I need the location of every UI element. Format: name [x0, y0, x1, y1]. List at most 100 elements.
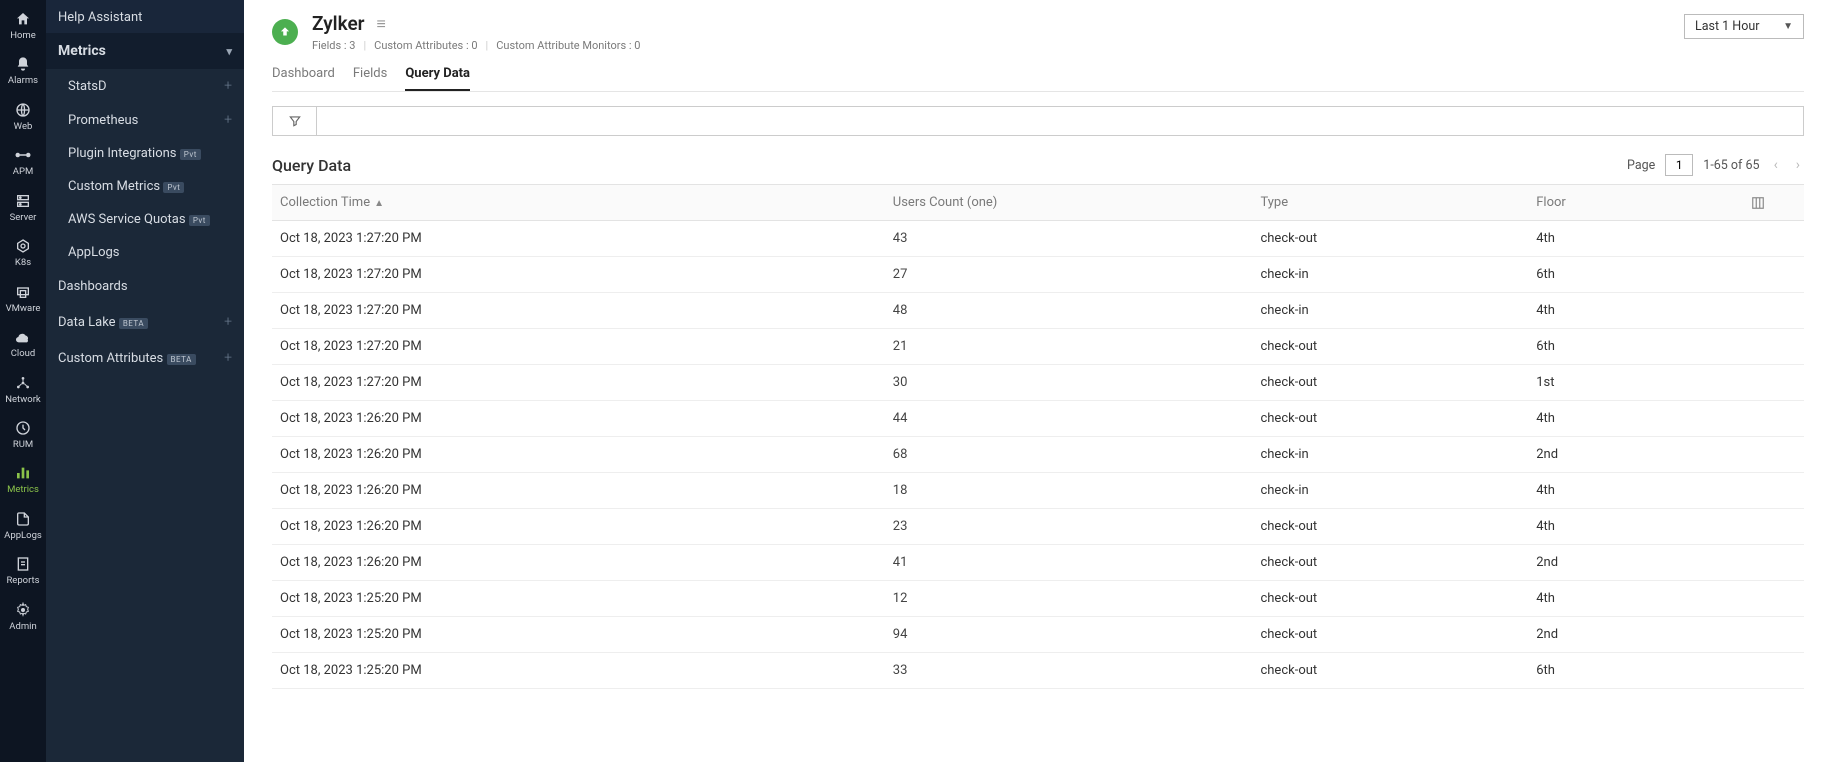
- cell-users-count: 33: [885, 653, 1253, 689]
- column-settings-button[interactable]: [1743, 185, 1804, 221]
- home-icon: [14, 10, 32, 28]
- cell-floor: 4th: [1528, 473, 1742, 509]
- metrics-section-label: Metrics: [58, 43, 106, 59]
- page-range: 1-65 of 65: [1703, 158, 1759, 173]
- search-input[interactable]: [316, 106, 1804, 136]
- cell-type: check-out: [1252, 221, 1528, 257]
- rail-item-reports[interactable]: Reports: [0, 549, 46, 594]
- col-floor[interactable]: Floor: [1528, 185, 1742, 221]
- table-row[interactable]: Oct 18, 2023 1:25:20 PM12check-out4th: [272, 581, 1804, 617]
- sidebar-sub-aws-service-quotas[interactable]: AWS Service Quotas Pvt: [46, 203, 244, 236]
- rail-label: APM: [13, 167, 33, 177]
- cell-collection-time: Oct 18, 2023 1:25:20 PM: [272, 653, 885, 689]
- rail-item-metrics[interactable]: Metrics: [0, 458, 46, 503]
- cell-users-count: 30: [885, 365, 1253, 401]
- add-icon[interactable]: +: [224, 78, 232, 94]
- cell-type: check-out: [1252, 545, 1528, 581]
- cell-floor: 4th: [1528, 221, 1742, 257]
- sidebar-sub-plugin-integrations[interactable]: Plugin Integrations Pvt: [46, 137, 244, 170]
- metrics-section-header[interactable]: Metrics ▾: [46, 33, 244, 69]
- cell-floor: 1st: [1528, 365, 1742, 401]
- rail-label: Reports: [6, 576, 39, 586]
- table-row[interactable]: Oct 18, 2023 1:27:20 PM43check-out4th: [272, 221, 1804, 257]
- rail-item-k8s[interactable]: K8s: [0, 231, 46, 276]
- table-row[interactable]: Oct 18, 2023 1:27:20 PM48check-in4th: [272, 293, 1804, 329]
- sidebar-sub-label: Prometheus: [68, 113, 138, 128]
- sidebar-sub-label: Plugin Integrations Pvt: [68, 146, 201, 161]
- tab-fields[interactable]: Fields: [353, 66, 387, 91]
- rail-item-web[interactable]: Web: [0, 95, 46, 140]
- alarms-icon: [14, 55, 32, 73]
- cell-collection-time: Oct 18, 2023 1:26:20 PM: [272, 473, 885, 509]
- rail-item-applogs[interactable]: AppLogs: [0, 504, 46, 549]
- tab-query-data[interactable]: Query Data: [405, 66, 470, 91]
- sort-asc-icon: ▲: [374, 198, 384, 209]
- cell-users-count: 12: [885, 581, 1253, 617]
- rail-item-admin[interactable]: Admin: [0, 595, 46, 640]
- prev-page-button[interactable]: ‹: [1770, 157, 1782, 173]
- admin-icon: [14, 601, 32, 619]
- table-row[interactable]: Oct 18, 2023 1:25:20 PM94check-out2nd: [272, 617, 1804, 653]
- rail-item-home[interactable]: Home: [0, 4, 46, 49]
- web-icon: [14, 101, 32, 119]
- vmware-icon: [14, 283, 32, 301]
- col-users-count[interactable]: Users Count (one): [885, 185, 1253, 221]
- time-range-dropdown[interactable]: Last 1 Hour ▼: [1684, 14, 1804, 39]
- sidebar-item-label: Dashboards: [58, 279, 128, 294]
- rail-item-alarms[interactable]: Alarms: [0, 49, 46, 94]
- rail-item-network[interactable]: Network: [0, 368, 46, 413]
- add-icon[interactable]: +: [224, 314, 232, 330]
- sidebar-item-label: Data Lake BETA: [58, 315, 148, 330]
- rail-item-apm[interactable]: APM: [0, 140, 46, 185]
- table-row[interactable]: Oct 18, 2023 1:27:20 PM27check-in6th: [272, 257, 1804, 293]
- cell-users-count: 27: [885, 257, 1253, 293]
- cell-type: check-out: [1252, 509, 1528, 545]
- sidebar-sub-label: Custom Metrics Pvt: [68, 179, 184, 194]
- help-assistant-link[interactable]: Help Assistant: [46, 0, 244, 33]
- cell-collection-time: Oct 18, 2023 1:27:20 PM: [272, 293, 885, 329]
- sidebar-sub-prometheus[interactable]: Prometheus +: [46, 103, 244, 137]
- col-collection-time[interactable]: Collection Time▲: [272, 185, 885, 221]
- table-row[interactable]: Oct 18, 2023 1:26:20 PM41check-out2nd: [272, 545, 1804, 581]
- badge: Pvt: [189, 215, 210, 226]
- cell-floor: 4th: [1528, 581, 1742, 617]
- menu-sidebar: Help Assistant Metrics ▾ StatsD+Promethe…: [46, 0, 244, 762]
- rail-item-rum[interactable]: RUM: [0, 413, 46, 458]
- rail-item-vmware[interactable]: VMware: [0, 277, 46, 322]
- rail-item-server[interactable]: Server: [0, 186, 46, 231]
- sidebar-sub-statsd[interactable]: StatsD+: [46, 69, 244, 103]
- cell-collection-time: Oct 18, 2023 1:26:20 PM: [272, 401, 885, 437]
- table-row[interactable]: Oct 18, 2023 1:27:20 PM21check-out6th: [272, 329, 1804, 365]
- table-row[interactable]: Oct 18, 2023 1:26:20 PM23check-out4th: [272, 509, 1804, 545]
- page-input[interactable]: [1665, 154, 1693, 176]
- cell-collection-time: Oct 18, 2023 1:27:20 PM: [272, 257, 885, 293]
- cell-type: check-out: [1252, 365, 1528, 401]
- next-page-button[interactable]: ›: [1792, 157, 1804, 173]
- cell-floor: 2nd: [1528, 545, 1742, 581]
- query-data-table: Collection Time▲ Users Count (one) Type …: [272, 184, 1804, 689]
- rail-label: K8s: [15, 258, 31, 268]
- sidebar-item-custom-attributes[interactable]: Custom Attributes BETA+: [46, 340, 244, 376]
- cell-floor: 2nd: [1528, 617, 1742, 653]
- table-row[interactable]: Oct 18, 2023 1:26:20 PM68check-in2nd: [272, 437, 1804, 473]
- table-row[interactable]: Oct 18, 2023 1:27:20 PM30check-out1st: [272, 365, 1804, 401]
- filter-button[interactable]: [272, 106, 316, 136]
- more-menu-icon[interactable]: ≡: [377, 14, 386, 34]
- table-row[interactable]: Oct 18, 2023 1:26:20 PM44check-out4th: [272, 401, 1804, 437]
- rail-label: Alarms: [8, 76, 38, 86]
- sidebar-sub-custom-metrics[interactable]: Custom Metrics Pvt: [46, 170, 244, 203]
- tab-dashboard[interactable]: Dashboard: [272, 66, 335, 91]
- add-icon[interactable]: +: [224, 112, 232, 128]
- cell-users-count: 68: [885, 437, 1253, 473]
- add-icon[interactable]: +: [224, 350, 232, 366]
- table-row[interactable]: Oct 18, 2023 1:26:20 PM18check-in4th: [272, 473, 1804, 509]
- cell-type: check-in: [1252, 293, 1528, 329]
- rail-item-cloud[interactable]: Cloud: [0, 322, 46, 367]
- sidebar-sub-applogs[interactable]: AppLogs: [46, 236, 244, 269]
- cell-collection-time: Oct 18, 2023 1:25:20 PM: [272, 581, 885, 617]
- sidebar-item-data-lake[interactable]: Data Lake BETA +: [46, 304, 244, 340]
- table-row[interactable]: Oct 18, 2023 1:25:20 PM33check-out6th: [272, 653, 1804, 689]
- sidebar-item-dashboards[interactable]: Dashboards: [46, 269, 244, 304]
- col-type[interactable]: Type: [1252, 185, 1528, 221]
- rail-label: VMware: [6, 304, 41, 314]
